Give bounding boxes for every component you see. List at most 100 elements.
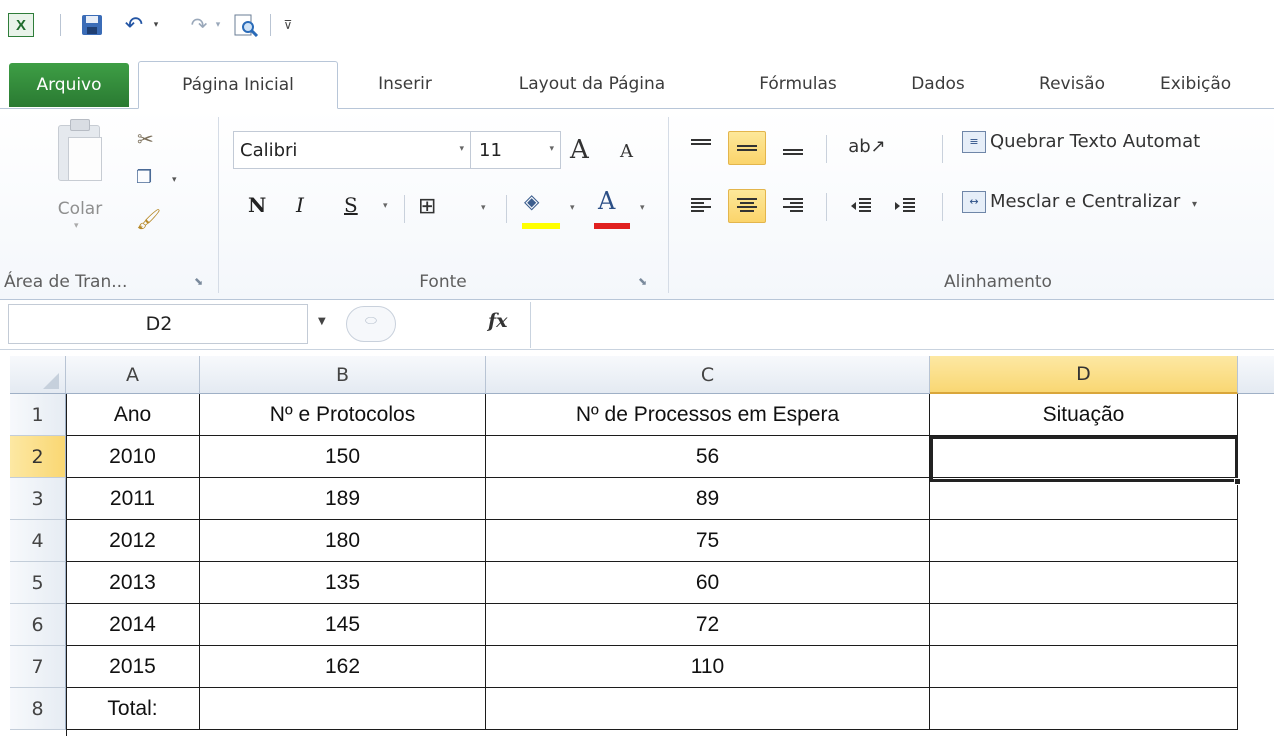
insert-function-button[interactable]: fx <box>488 310 508 332</box>
cell-d3[interactable] <box>930 478 1238 520</box>
cell-b7[interactable]: 162 <box>200 646 486 688</box>
row-header[interactable]: 6 <box>10 604 66 646</box>
decrease-indent-icon[interactable] <box>842 189 880 223</box>
underline-dropdown-icon[interactable]: ▾ <box>383 201 388 211</box>
cell-a1[interactable]: Ano <box>66 394 200 436</box>
row-header[interactable]: 3 <box>10 478 66 520</box>
grow-font-icon[interactable]: A <box>570 135 589 165</box>
excel-icon[interactable]: X <box>8 13 34 37</box>
cell-c3[interactable]: 89 <box>486 478 930 520</box>
cell-c2[interactable]: 56 <box>486 436 930 478</box>
cell-a5[interactable]: 2013 <box>66 562 200 604</box>
copy-icon[interactable]: ❐ <box>136 167 152 188</box>
merge-dropdown-icon[interactable]: ▾ <box>1192 199 1197 210</box>
row-header[interactable]: 4 <box>10 520 66 562</box>
tab-dados[interactable]: Dados <box>890 61 986 107</box>
cell-a7[interactable]: 2015 <box>66 646 200 688</box>
cell-d5[interactable] <box>930 562 1238 604</box>
fill-color-icon[interactable]: ◈ <box>524 189 539 213</box>
redo-dropdown-icon[interactable]: ▾ <box>212 13 224 37</box>
italic-button[interactable]: I <box>296 193 304 217</box>
row-header[interactable]: 2 <box>10 436 66 478</box>
select-all-button[interactable] <box>10 356 66 394</box>
customize-qat-icon[interactable]: ⊽ <box>280 13 296 37</box>
tab-pagina-inicial[interactable]: Página Inicial <box>138 61 338 109</box>
borders-dropdown-icon[interactable]: ▾ <box>481 203 486 213</box>
tab-formulas[interactable]: Fórmulas <box>734 61 862 107</box>
clipboard-launcher-icon[interactable]: ⬊ <box>194 275 203 288</box>
cell-b3[interactable]: 189 <box>200 478 486 520</box>
format-painter-icon[interactable]: 🖌 <box>136 207 161 231</box>
row-header[interactable]: 8 <box>10 688 66 730</box>
cell-a2[interactable]: 2010 <box>66 436 200 478</box>
cell-d1[interactable]: Situação <box>930 394 1238 436</box>
column-header-d[interactable]: D <box>930 356 1238 394</box>
cell-a3[interactable]: 2011 <box>66 478 200 520</box>
undo-icon[interactable]: ↶ <box>122 13 146 38</box>
cell-d2[interactable] <box>930 436 1238 478</box>
underline-button[interactable]: S <box>344 193 358 217</box>
cell-d8[interactable] <box>930 688 1238 730</box>
save-icon[interactable] <box>80 13 104 37</box>
undo-dropdown-icon[interactable]: ▾ <box>150 13 162 37</box>
increase-indent-icon[interactable] <box>886 189 924 223</box>
name-box-dropdown-icon[interactable]: ▼ <box>318 316 326 327</box>
cell-b5[interactable]: 135 <box>200 562 486 604</box>
align-middle-icon[interactable] <box>728 131 766 165</box>
row-header[interactable]: 7 <box>10 646 66 688</box>
column-header-c[interactable]: C <box>486 356 930 394</box>
cell-a6[interactable]: 2014 <box>66 604 200 646</box>
cell-c4[interactable]: 75 <box>486 520 930 562</box>
shrink-font-icon[interactable]: A <box>620 141 633 162</box>
row-header[interactable]: 5 <box>10 562 66 604</box>
align-top-icon[interactable] <box>682 129 720 163</box>
tab-inserir[interactable]: Inserir <box>355 61 455 107</box>
cell-c8[interactable] <box>486 688 930 730</box>
cut-icon[interactable]: ✂ <box>137 127 154 151</box>
font-size-select[interactable]: 11 ▾ <box>471 131 561 169</box>
tab-revisao[interactable]: Revisão <box>1016 61 1128 107</box>
tab-layout-da-pagina[interactable]: Layout da Página <box>482 61 702 107</box>
paste-dropdown-icon[interactable]: ▾ <box>74 221 79 231</box>
copy-dropdown-icon[interactable]: ▾ <box>172 175 177 185</box>
cell-d6[interactable] <box>930 604 1238 646</box>
align-left-icon[interactable] <box>682 189 720 223</box>
orientation-icon[interactable]: ab↗ <box>848 129 886 163</box>
cell-c7[interactable]: 110 <box>486 646 930 688</box>
align-center-icon[interactable] <box>728 189 766 223</box>
cell-b2[interactable]: 150 <box>200 436 486 478</box>
cell-a8[interactable]: Total: <box>66 688 200 730</box>
tab-exibicao[interactable]: Exibição <box>1160 61 1270 107</box>
font-name-select[interactable]: Calibri ▾ <box>233 131 471 169</box>
font-color-icon[interactable]: A <box>598 187 615 215</box>
align-bottom-icon[interactable] <box>774 131 812 165</box>
font-launcher-icon[interactable]: ⬊ <box>638 275 647 288</box>
cell-c6[interactable]: 72 <box>486 604 930 646</box>
merge-center-button[interactable]: ↔ Mesclar e Centralizar ▾ <box>962 191 1197 213</box>
tab-arquivo[interactable]: Arquivo <box>9 63 129 107</box>
cell-c5[interactable]: 60 <box>486 562 930 604</box>
cell-b1[interactable]: Nº e Protocolos <box>200 394 486 436</box>
print-preview-icon[interactable] <box>232 13 260 37</box>
column-header-b[interactable]: B <box>200 356 486 394</box>
cell-d4[interactable] <box>930 520 1238 562</box>
cell-d7[interactable] <box>930 646 1238 688</box>
paste-icon[interactable] <box>52 119 108 201</box>
name-box[interactable]: D2 <box>8 304 308 344</box>
font-color-dropdown-icon[interactable]: ▾ <box>640 203 645 213</box>
align-right-icon[interactable] <box>774 189 812 223</box>
cell-c1[interactable]: Nº de Processos em Espera <box>486 394 930 436</box>
paste-button[interactable]: Colar <box>50 199 110 219</box>
column-header-a[interactable]: A <box>66 356 200 394</box>
wrap-text-button[interactable]: ≡ Quebrar Texto Automat <box>962 131 1200 153</box>
cell-a4[interactable]: 2012 <box>66 520 200 562</box>
row-header[interactable]: 1 <box>10 394 66 436</box>
fill-handle[interactable] <box>1234 478 1241 485</box>
redo-icon[interactable]: ↷ <box>188 13 210 37</box>
bold-button[interactable]: N <box>248 193 266 217</box>
fill-color-dropdown-icon[interactable]: ▾ <box>570 203 575 213</box>
cell-b6[interactable]: 145 <box>200 604 486 646</box>
cell-b8[interactable] <box>200 688 486 730</box>
cell-b4[interactable]: 180 <box>200 520 486 562</box>
column-header-e[interactable] <box>1238 356 1274 394</box>
